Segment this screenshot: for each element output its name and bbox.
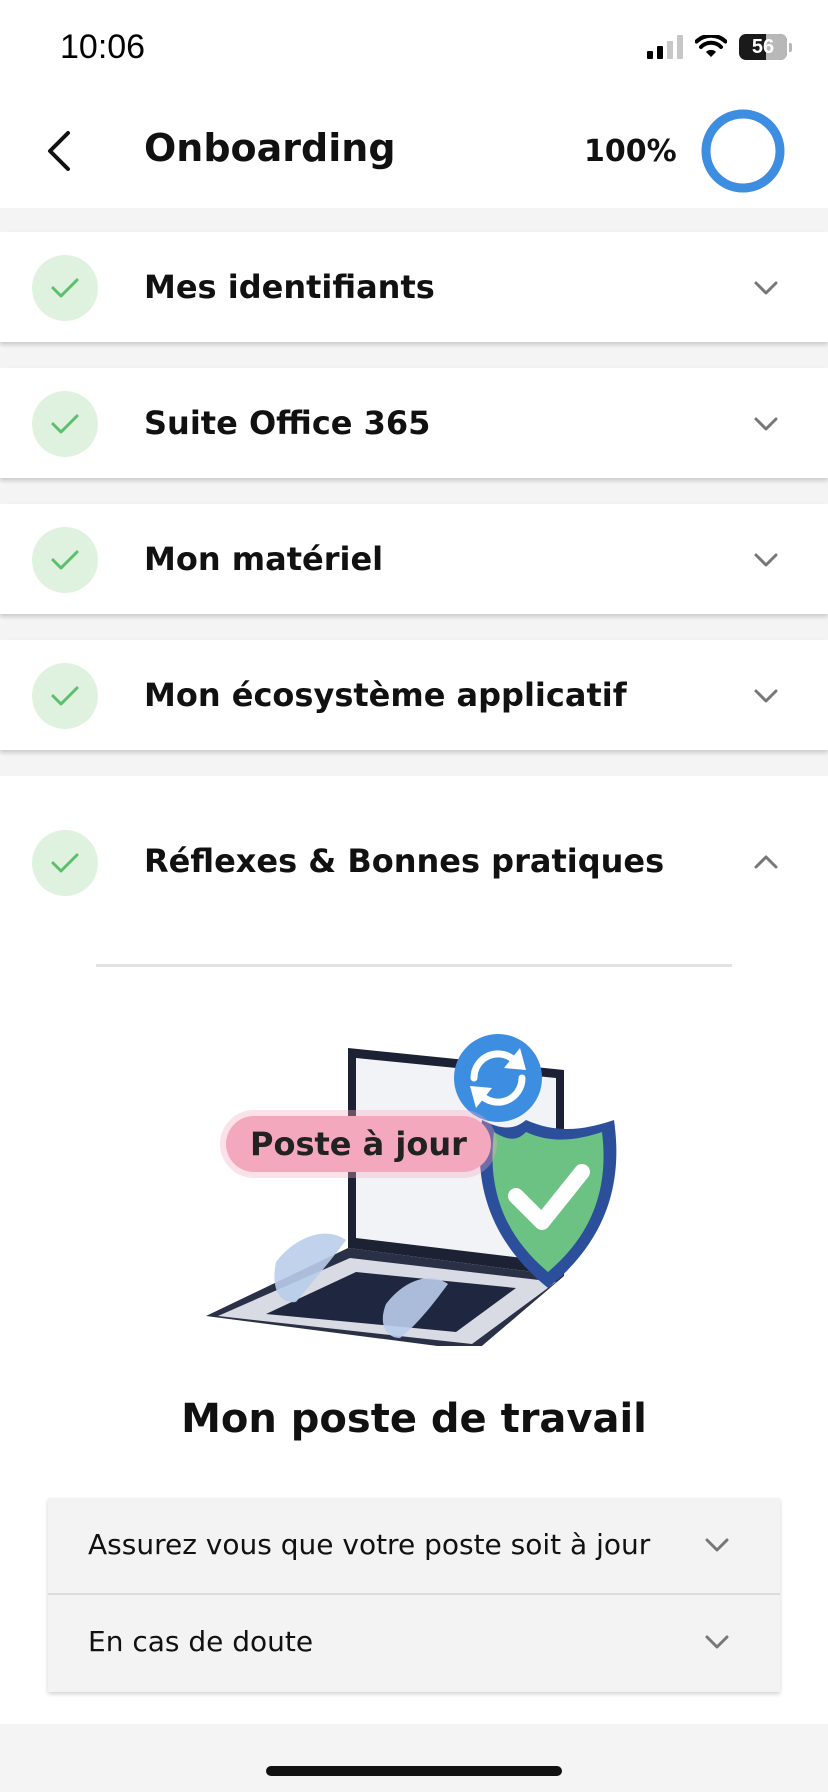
status-time: 10:06 (60, 28, 146, 66)
sub-accordion: Assurez vous que votre poste soit à jour… (48, 1498, 780, 1692)
check-icon (51, 414, 79, 434)
check-icon (51, 278, 79, 298)
section-card: Mon écosystème applicatif (0, 640, 828, 750)
section-divider (96, 964, 732, 967)
section-label: Suite Office 365 (144, 404, 431, 442)
sub-item-label: En cas de doute (88, 1625, 314, 1658)
chevron-down-icon[interactable] (704, 1629, 730, 1655)
sub-item-label: Assurez vous que votre poste soit à jour (88, 1528, 651, 1561)
chevron-up-icon[interactable] (752, 848, 780, 876)
progress-percent: 100% (584, 134, 677, 169)
cellular-signal-icon (647, 35, 683, 59)
section-card: Mes identifiants (0, 232, 828, 342)
section-label: Mon matériel (144, 540, 384, 578)
battery-cap (789, 42, 792, 52)
battery-icon: 56 (739, 34, 787, 60)
laptop-illustration-icon (206, 1034, 617, 1346)
section-header-office365[interactable]: Suite Office 365 (0, 368, 828, 478)
chevron-down-icon[interactable] (752, 546, 780, 574)
status-bar: 10:06 56 (0, 0, 828, 96)
section-header-identifiants[interactable]: Mes identifiants (0, 232, 828, 342)
section-label: Réflexes & Bonnes pratiques (144, 842, 665, 880)
battery-level: 56 (751, 35, 775, 58)
section-header-reflexes[interactable]: Réflexes & Bonnes pratiques (0, 776, 828, 952)
chevron-down-icon[interactable] (704, 1532, 730, 1558)
chevron-down-icon[interactable] (752, 274, 780, 302)
check-badge (32, 830, 98, 896)
chevron-left-icon (48, 131, 70, 171)
progress-ring (701, 109, 785, 193)
chevron-down-icon[interactable] (752, 410, 780, 438)
section-card: Mon matériel (0, 504, 828, 614)
section-content-title: Mon poste de travail (181, 1396, 647, 1442)
chevron-down-icon[interactable] (752, 682, 780, 710)
wifi-icon (695, 35, 727, 57)
check-icon (51, 686, 79, 706)
header: Onboarding 100% (0, 96, 828, 208)
section-card: Suite Office 365 (0, 368, 828, 478)
section-label: Mes identifiants (144, 268, 435, 306)
status-icons: 56 (647, 34, 792, 60)
back-button[interactable] (34, 126, 84, 176)
check-icon (51, 550, 79, 570)
check-badge (32, 391, 98, 457)
check-badge (32, 663, 98, 729)
check-badge (32, 255, 98, 321)
page-title: Onboarding (144, 126, 396, 170)
section-label: Mon écosystème applicatif (144, 676, 627, 714)
section-header-materiel[interactable]: Mon matériel (0, 504, 828, 614)
check-icon (51, 853, 79, 873)
section-header-ecosysteme[interactable]: Mon écosystème applicatif (0, 640, 828, 750)
home-indicator (266, 1766, 562, 1776)
workstation-illustration: Poste à jour (186, 1026, 642, 1346)
sub-item-doute[interactable]: En cas de doute (48, 1595, 780, 1692)
check-badge (32, 527, 98, 593)
poste-a-jour-tag: Poste à jour (226, 1116, 491, 1172)
sub-item-mise-a-jour[interactable]: Assurez vous que votre poste soit à jour (48, 1498, 780, 1595)
section-card-expanded: Réflexes & Bonnes pratiques Poste à jour… (0, 776, 828, 1724)
